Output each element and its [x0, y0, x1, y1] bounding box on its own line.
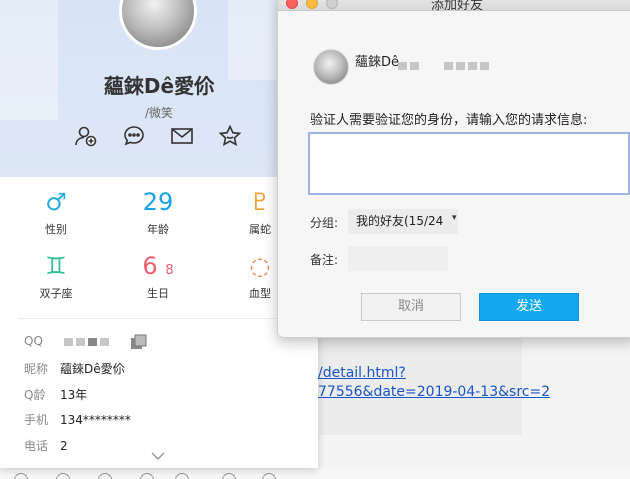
gender-cell: ♂ 性别 [26, 187, 86, 237]
qq-number-masked [63, 334, 112, 348]
message-link-line-2[interactable]: 77556&date=2019-04-13&src=2 [318, 384, 550, 400]
constellation-cell: ♊ 双子座 [26, 251, 86, 301]
qq-key: QQ [24, 334, 43, 348]
group-select[interactable]: 我的好友(15/24 [348, 209, 458, 234]
friend-avatar [313, 49, 349, 85]
telephone-value: 2 [60, 439, 68, 453]
age-label: 年龄 [147, 223, 169, 236]
gender-label: 性别 [45, 223, 67, 236]
birthday-cell: 6 8 生日 [128, 251, 188, 301]
phone-key: 手机 [24, 413, 49, 427]
remark-label: 备注: [310, 253, 339, 267]
group-label: 分组: [310, 216, 339, 230]
request-message-input[interactable] [308, 132, 630, 195]
chevron-down-icon[interactable] [151, 452, 165, 460]
nickname-value: 蘊錸Dê愛伱 [60, 362, 125, 376]
remark-input[interactable] [348, 246, 448, 271]
caret-down-icon[interactable]: ▾ [452, 213, 457, 223]
phone-row: 手机 134******** [24, 411, 131, 428]
profile-nickname: 蘊錸Dê愛伱 [103, 74, 215, 98]
divider [18, 318, 300, 319]
group-select-value: 我的好友(15/24 [356, 214, 444, 228]
friend-id-masked [398, 55, 492, 74]
birthday-month: 6 [142, 252, 158, 280]
message-bubble [300, 330, 522, 435]
dialog-titlebar: 添加好友 [278, 0, 630, 13]
telephone-row: 电话 2 [24, 437, 68, 454]
gemini-icon: ♊ [45, 252, 67, 280]
mail-icon[interactable] [170, 124, 194, 148]
age-value: 29 [142, 188, 174, 216]
male-icon: ♂ [45, 188, 67, 216]
nickname-row: 昵称 蘊錸Dê愛伱 [24, 360, 125, 377]
qq-age-row: Q龄 13年 [24, 386, 87, 403]
profile-signature: /微笑 [144, 106, 174, 120]
nickname-key: 昵称 [24, 362, 49, 376]
telephone-key: 电话 [24, 439, 49, 453]
background-building-decoration [0, 0, 58, 120]
message-link-line-1[interactable]: /detail.html? [318, 365, 406, 381]
request-prompt: 验证人需要验证您的身份，请输入您的请求信息: [310, 113, 588, 128]
birthday-label: 生日 [147, 287, 169, 300]
constellation-label: 双子座 [39, 287, 73, 300]
add-friend-icon[interactable] [74, 124, 98, 148]
birthday-day: 8 [165, 263, 174, 278]
friend-name: 蘊錸Dê [355, 55, 400, 70]
star-icon[interactable] [218, 124, 242, 148]
age-cell: 29 年龄 [128, 187, 188, 237]
cancel-button[interactable]: 取消 [361, 293, 461, 321]
qq-age-value: 13年 [60, 388, 88, 402]
phone-value: 134******** [60, 413, 131, 427]
add-friend-dialog: 添加好友 蘊錸Dê 验证人需要验证您的身份，请输入您的请求信息: 分组: 我的好… [277, 0, 630, 338]
chat-bubble-icon[interactable] [122, 124, 146, 148]
dialog-title: 添加好友 [430, 0, 483, 13]
chat-toolbar [0, 468, 630, 479]
profile-card: 蘊錸Dê愛伱 /微笑 ♂ 性别 29 年龄 ♇ 属蛇 ♊ 双子座 6 8 生日 … [0, 0, 318, 468]
copy-icon[interactable] [130, 334, 148, 350]
qq-age-key: Q龄 [24, 388, 46, 402]
qq-row: QQ [24, 334, 112, 348]
send-button[interactable]: 发送 [479, 293, 579, 321]
